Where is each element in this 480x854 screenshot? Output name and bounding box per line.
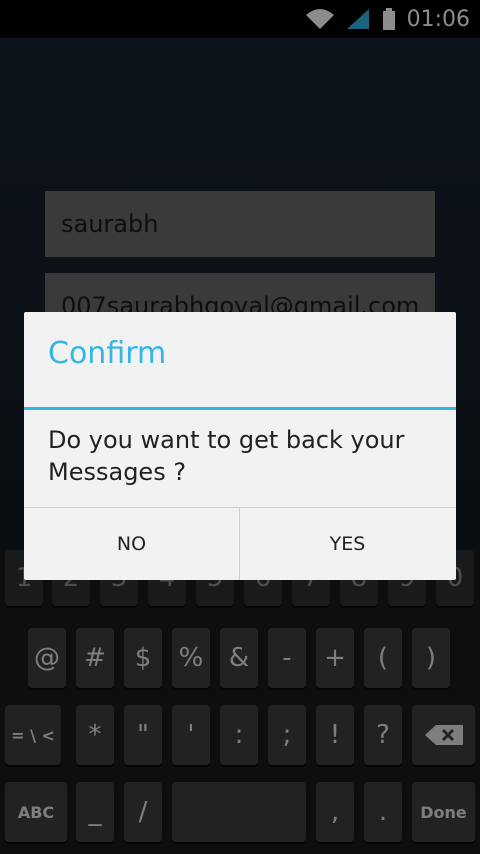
no-button[interactable]: NO bbox=[24, 508, 239, 580]
confirm-dialog: Confirm Do you want to get back your Mes… bbox=[24, 312, 456, 580]
dialog-title: Confirm bbox=[48, 336, 167, 371]
dialog-message: Do you want to get back your Messages ? bbox=[48, 426, 405, 486]
yes-button[interactable]: YES bbox=[240, 508, 455, 580]
dialog-title-divider bbox=[24, 407, 456, 410]
